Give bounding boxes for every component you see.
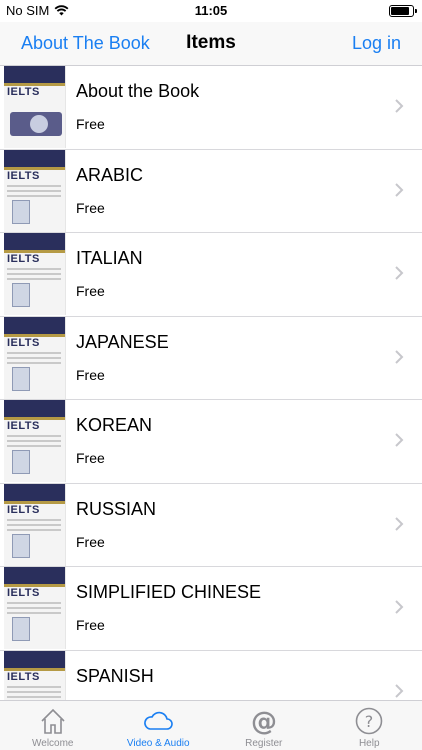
book-cover-thumbnail: IELTS (4, 483, 66, 566)
tab-video-audio[interactable]: Video & Audio (106, 701, 212, 750)
item-title: RUSSIAN (76, 498, 157, 519)
item-price: Free (76, 283, 105, 299)
thumb-logo: IELTS (7, 503, 40, 516)
house-icon (41, 708, 65, 734)
cloud-icon (144, 711, 173, 730)
chevron-right-icon (395, 433, 404, 447)
tab-help[interactable]: ? Help (317, 701, 422, 750)
tab-label: Video & Audio (126, 738, 190, 749)
item-title: JAPANESE (76, 331, 169, 352)
book-cover-thumbnail: IELTS (4, 567, 66, 649)
item-title: About the Book (76, 81, 200, 101)
chevron-right-icon (395, 600, 404, 614)
list-item[interactable]: IELTS SPANISH (0, 650, 422, 700)
tab-register[interactable]: @ Register (211, 701, 317, 750)
tab-welcome[interactable]: Welcome (0, 701, 106, 750)
svg-text:?: ? (365, 712, 374, 731)
list-item[interactable]: IELTS RUSSIAN Free (0, 483, 422, 567)
chevron-right-icon (395, 516, 404, 531)
items-list: IELTS About the Book Free IELTS ARABIC F… (0, 66, 422, 700)
thumb-logo: IELTS (7, 587, 40, 599)
thumb-logo: IELTS (7, 253, 40, 265)
battery-icon (389, 5, 417, 17)
tab-label: Help (358, 738, 380, 749)
list-item[interactable]: IELTS ITALIAN Free (0, 233, 422, 317)
status-time: 11:05 (194, 3, 228, 18)
cd-image (10, 112, 62, 136)
chevron-right-icon (395, 266, 404, 280)
chevron-right-icon (395, 182, 404, 197)
chevron-right-icon (395, 349, 404, 364)
navigation-bar: About The Book Items Log in (0, 22, 422, 66)
book-cover-thumbnail: IELTS (4, 66, 66, 148)
item-price: Free (76, 116, 105, 132)
item-title: SIMPLIFIED CHINESE (76, 582, 262, 602)
item-title: ITALIAN (76, 248, 143, 268)
chevron-right-icon (395, 683, 404, 698)
thumb-logo: IELTS (7, 336, 40, 349)
thumb-logo: IELTS (7, 670, 40, 683)
book-cover-thumbnail: IELTS (4, 149, 66, 232)
list-item[interactable]: IELTS JAPANESE Free (0, 316, 422, 400)
item-price: Free (76, 450, 105, 466)
item-price: Free (76, 199, 105, 216)
question-icon: ? (355, 707, 383, 735)
status-bar: No SIM 11:05 (0, 0, 422, 22)
tab-label: Welcome (32, 738, 74, 749)
item-title: SPANISH (76, 665, 154, 686)
list-item[interactable]: IELTS ARABIC Free (0, 149, 422, 233)
list-item[interactable]: IELTS KOREAN Free (0, 400, 422, 484)
tab-label: Register (245, 738, 283, 749)
item-price: Free (76, 533, 105, 550)
login-button[interactable]: Log in (352, 33, 401, 54)
tab-bar: Welcome Video & Audio @ Register ? Help (0, 700, 422, 750)
at-icon: @ (251, 707, 277, 736)
thumb-logo: IELTS (7, 169, 40, 182)
chevron-right-icon (395, 99, 404, 113)
book-cover-thumbnail: IELTS (4, 316, 66, 399)
thumb-logo: IELTS (7, 420, 40, 432)
svg-text:@: @ (251, 707, 277, 736)
list-item[interactable]: IELTS About the Book Free (0, 66, 422, 150)
item-price: Free (76, 617, 105, 633)
battery-fill (391, 7, 409, 15)
item-title: KOREAN (76, 415, 153, 435)
book-cover-thumbnail: IELTS (4, 650, 66, 700)
thumb-logo: IELTS (7, 86, 40, 98)
page-title: Items (186, 32, 236, 53)
book-cover-thumbnail: IELTS (4, 233, 66, 315)
about-the-book-button[interactable]: About The Book (21, 33, 150, 54)
book-cover-thumbnail: IELTS (4, 400, 66, 482)
list-item[interactable]: IELTS SIMPLIFIED CHINESE Free (0, 567, 422, 651)
item-title: ARABIC (76, 164, 144, 185)
item-price: Free (76, 366, 105, 383)
